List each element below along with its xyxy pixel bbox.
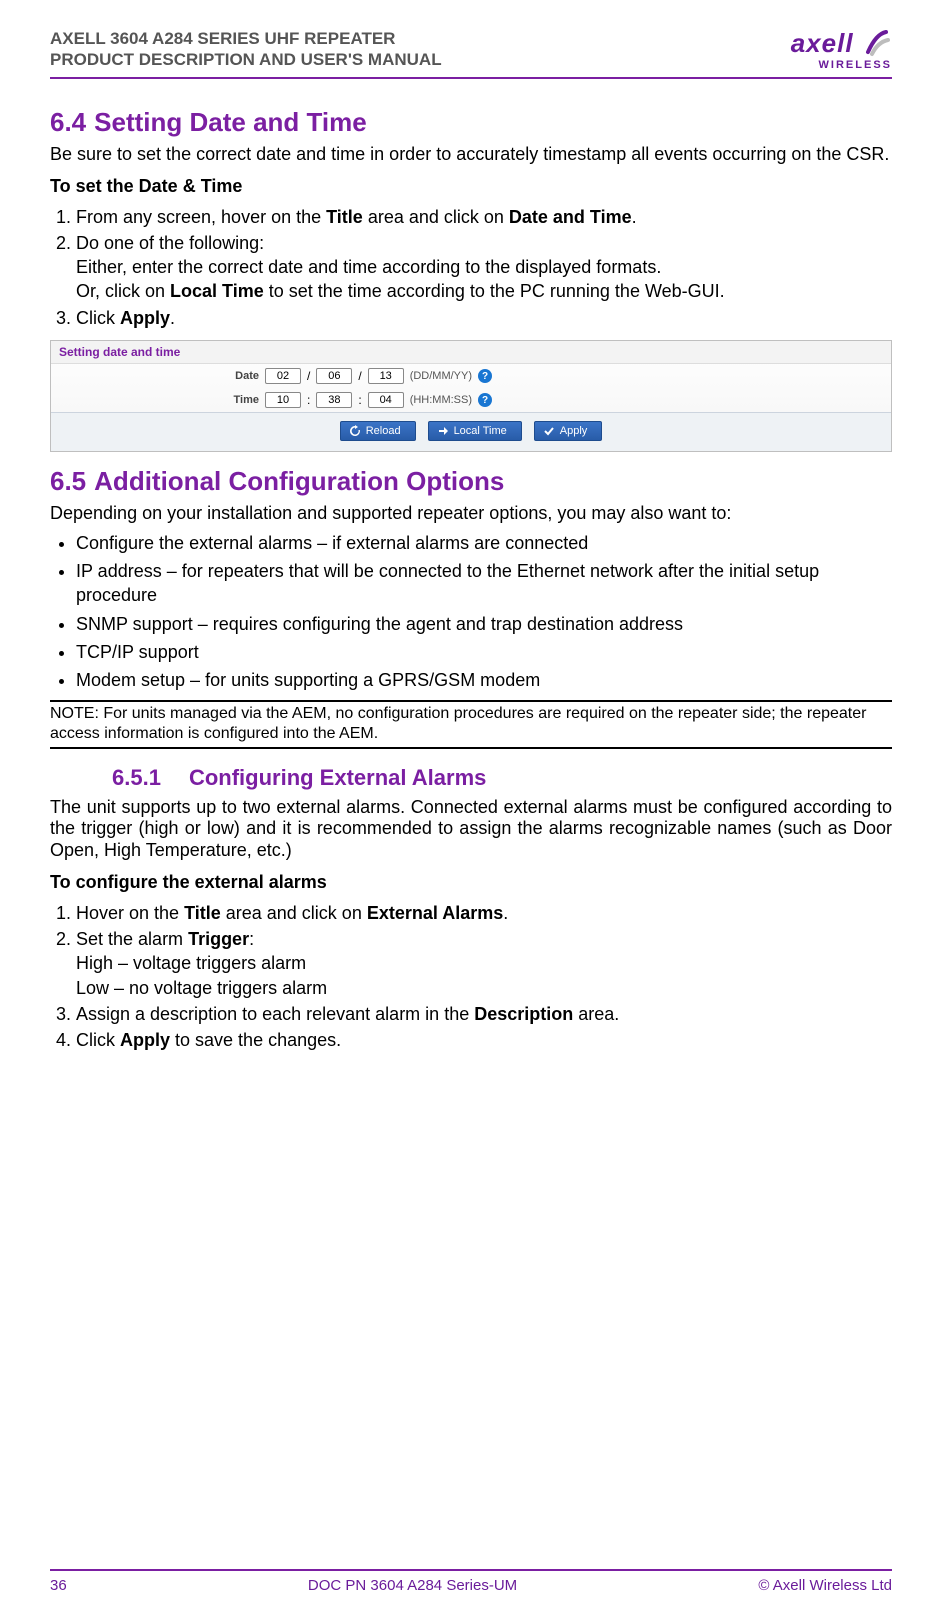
list-item: Assign a description to each relevant al… — [76, 1002, 892, 1026]
section-6-5-bullets: Configure the external alarms – if exter… — [50, 531, 892, 693]
list-item: Click Apply. — [76, 306, 892, 330]
list-item: Do one of the following: Either, enter t… — [76, 231, 892, 304]
doc-title-line2: PRODUCT DESCRIPTION AND USER'S MANUAL — [50, 50, 442, 69]
logo-sub: WIRELESS — [791, 59, 892, 71]
page-header: AXELL 3604 A284 SERIES UHF REPEATER PROD… — [50, 28, 892, 71]
list-item: IP address – for repeaters that will be … — [76, 559, 892, 608]
arrow-right-icon — [437, 425, 449, 437]
section-number: 6.5.1 — [112, 765, 161, 790]
section-title: Configuring External Alarms — [189, 765, 486, 790]
section-6-4-heading: 6.4 Setting Date and Time — [50, 107, 892, 138]
panel-button-row: Reload Local Time Apply — [51, 412, 891, 451]
section-6-4-subhead: To set the Date & Time — [50, 176, 892, 197]
time-row: Time : : (HH:MM:SS) ? — [51, 388, 891, 412]
logo-word: axell — [791, 28, 854, 59]
time-label: Time — [59, 394, 259, 406]
reload-button[interactable]: Reload — [340, 421, 416, 441]
doc-title: AXELL 3604 A284 SERIES UHF REPEATER PROD… — [50, 28, 442, 71]
time-hh-input[interactable] — [265, 392, 301, 408]
section-6-5-intro: Depending on your installation and suppo… — [50, 503, 892, 525]
brand-logo: axell WIRELESS — [791, 28, 892, 71]
date-format-hint: (DD/MM/YY) — [410, 370, 472, 382]
list-item: Configure the external alarms – if exter… — [76, 531, 892, 555]
date-yy-input[interactable] — [368, 368, 404, 384]
section-title: Additional Configuration Options — [94, 466, 504, 496]
apply-button[interactable]: Apply — [534, 421, 603, 441]
date-label: Date — [59, 370, 259, 382]
doc-title-line1: AXELL 3604 A284 SERIES UHF REPEATER — [50, 29, 395, 48]
header-divider — [50, 77, 892, 79]
footer-divider — [50, 1569, 892, 1571]
help-icon[interactable]: ? — [478, 393, 492, 407]
check-icon — [543, 425, 555, 437]
section-6-4-steps: From any screen, hover on the Title area… — [50, 205, 892, 330]
date-dd-input[interactable] — [265, 368, 301, 384]
local-time-button[interactable]: Local Time — [428, 421, 522, 441]
section-6-5-1-subhead: To configure the external alarms — [50, 872, 892, 893]
section-6-5-heading: 6.5 Additional Configuration Options — [50, 466, 892, 497]
time-format-hint: (HH:MM:SS) — [410, 394, 472, 406]
logo-wave-icon — [862, 28, 892, 63]
list-item: Click Apply to save the changes. — [76, 1028, 892, 1052]
panel-title: Setting date and time — [51, 341, 891, 364]
list-item: From any screen, hover on the Title area… — [76, 205, 892, 229]
date-row: Date / / (DD/MM/YY) ? — [51, 364, 891, 388]
section-6-5-1-heading: 6.5.1 Configuring External Alarms — [112, 765, 892, 791]
time-mm-input[interactable] — [316, 392, 352, 408]
section-title: Setting Date and Time — [94, 107, 367, 137]
copyright: © Axell Wireless Ltd — [758, 1577, 892, 1594]
datetime-panel: Setting date and time Date / / (DD/MM/YY… — [50, 340, 892, 452]
note-box: NOTE: For units managed via the AEM, no … — [50, 700, 892, 748]
section-6-5-1-steps: Hover on the Title area and click on Ext… — [50, 901, 892, 1053]
page-number: 36 — [50, 1577, 67, 1594]
list-item: Set the alarm Trigger: High – voltage tr… — [76, 927, 892, 1000]
section-number: 6.5 — [50, 466, 86, 496]
list-item: Hover on the Title area and click on Ext… — [76, 901, 892, 925]
doc-number: DOC PN 3604 A284 Series-UM — [308, 1577, 517, 1594]
list-item: Modem setup – for units supporting a GPR… — [76, 668, 892, 692]
page-footer: 36 DOC PN 3604 A284 Series-UM © Axell Wi… — [50, 1569, 892, 1594]
section-6-5-1-intro: The unit supports up to two external ala… — [50, 797, 892, 862]
time-ss-input[interactable] — [368, 392, 404, 408]
section-number: 6.4 — [50, 107, 86, 137]
date-mm-input[interactable] — [316, 368, 352, 384]
reload-icon — [349, 425, 361, 437]
list-item: TCP/IP support — [76, 640, 892, 664]
help-icon[interactable]: ? — [478, 369, 492, 383]
list-item: SNMP support – requires configuring the … — [76, 612, 892, 636]
section-6-4-intro: Be sure to set the correct date and time… — [50, 144, 892, 166]
